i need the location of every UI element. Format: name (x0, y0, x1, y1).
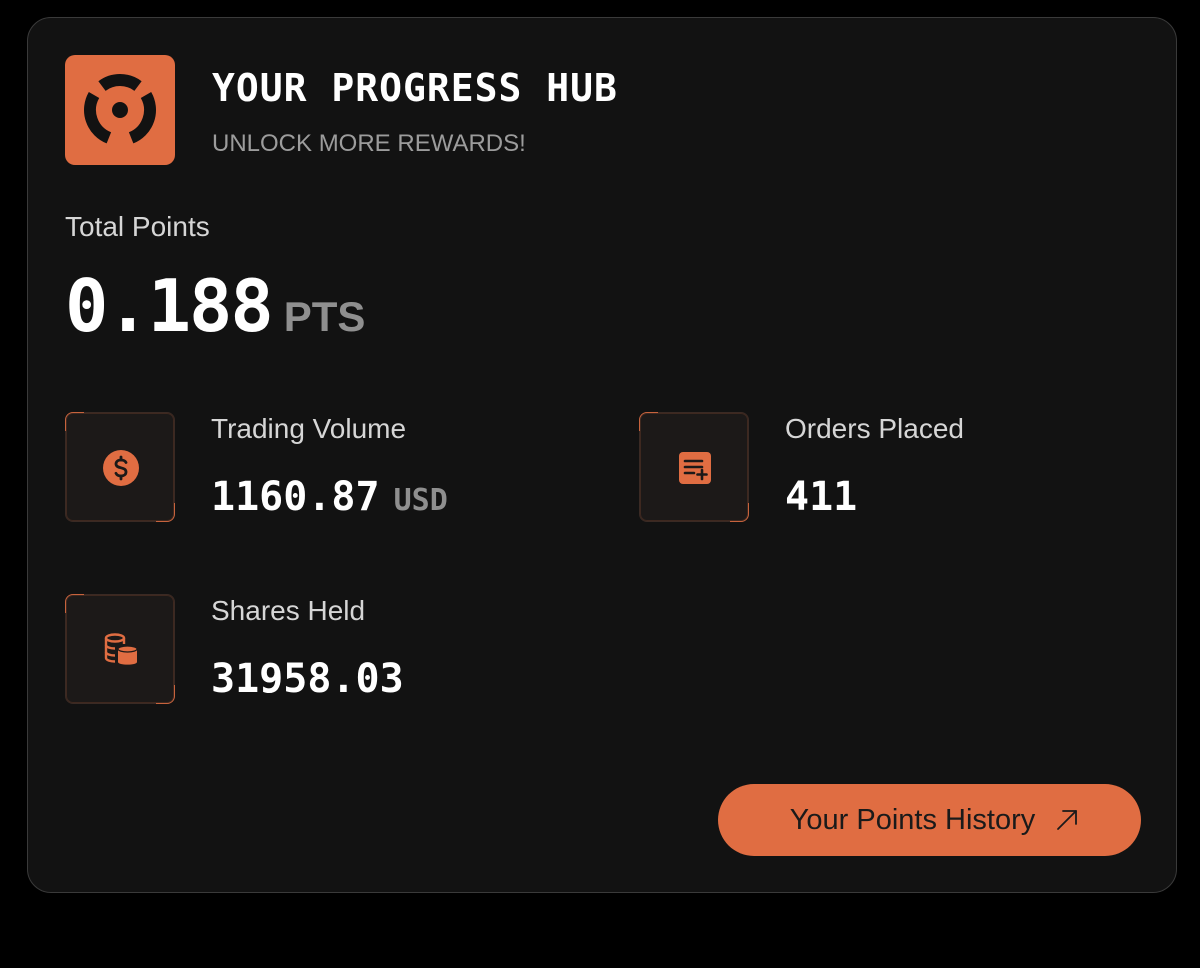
dollar-coin-icon (103, 450, 139, 486)
total-points: 0.188 PTS (65, 264, 365, 348)
shares-held-icon-box (65, 594, 175, 704)
orders-placed-label: Orders Placed (785, 413, 964, 444)
shares-held-label: Shares Held (211, 595, 366, 626)
total-points-value: 0.188 (65, 264, 274, 348)
progress-hub-card: YOUR PROGRESS HUB UNLOCK MORE REWARDS! T… (27, 17, 1177, 893)
points-history-button[interactable]: Your Points History (718, 784, 1141, 856)
list-add-icon (679, 452, 711, 484)
arrow-up-right-icon (1057, 810, 1078, 830)
hub-title: YOUR PROGRESS HUB (212, 66, 618, 110)
points-history-label: Your Points History (789, 803, 1036, 836)
trading-volume: 1160.87 USD (211, 474, 448, 520)
trading-volume-value: 1160.87 (211, 474, 380, 520)
ring-segments-icon (84, 74, 156, 144)
trading-volume-icon-box (65, 412, 175, 522)
trading-volume-label: Trading Volume (211, 413, 407, 444)
orders-placed-icon-box (639, 412, 749, 522)
total-points-unit: PTS (283, 293, 366, 340)
trading-volume-unit: USD (393, 483, 448, 518)
shares-held-value: 31958.03 (211, 656, 404, 702)
hub-subtitle: UNLOCK MORE REWARDS! (212, 130, 526, 157)
orders-placed: 411 (785, 474, 857, 520)
coin-stack-icon (104, 633, 138, 665)
progress-hub-logo (65, 55, 175, 165)
total-points-label: Total Points (65, 211, 210, 242)
orders-placed-value: 411 (785, 474, 858, 520)
shares-held: 31958.03 (211, 656, 404, 702)
